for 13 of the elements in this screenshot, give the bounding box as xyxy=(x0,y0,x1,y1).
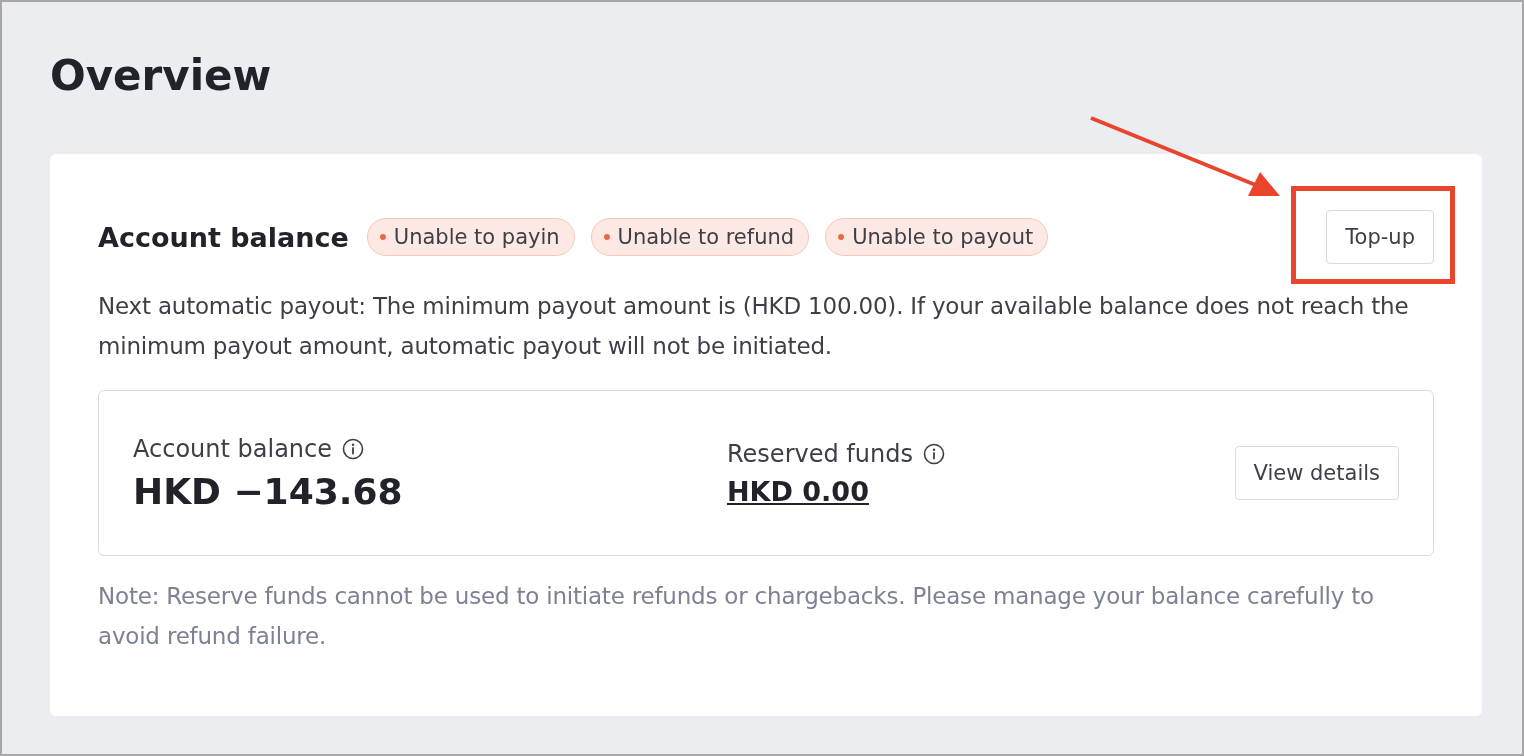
balance-amount: HKD −143.68 xyxy=(133,470,404,512)
view-details-button[interactable]: View details xyxy=(1234,446,1399,500)
top-up-button[interactable]: Top-up xyxy=(1326,210,1434,264)
status-badge: Unable to refund xyxy=(590,218,810,256)
reserve-note: Note: Reserve funds cannot be used to initiate refunds or chargebacks. Please manage your balance carefully to avoid refund failure. xyxy=(98,582,1375,651)
status-badge: Unable to payout xyxy=(825,218,1049,256)
reserved-amount-link[interactable]: HKD 0.00 xyxy=(727,475,1127,507)
card-heading: Account balance xyxy=(98,221,349,253)
balance-label: Account balance xyxy=(133,434,333,463)
status-badge: Unable to payin xyxy=(366,218,575,256)
reserved-label: Reserved funds xyxy=(727,439,913,468)
payout-notice: Next automatic payout: The minimum payout amount is (HKD 100.00). If your available balance does not reach the minimum payout amount, automatic payout will not be initiated. xyxy=(98,292,1410,361)
page-title: Overview xyxy=(50,50,273,102)
